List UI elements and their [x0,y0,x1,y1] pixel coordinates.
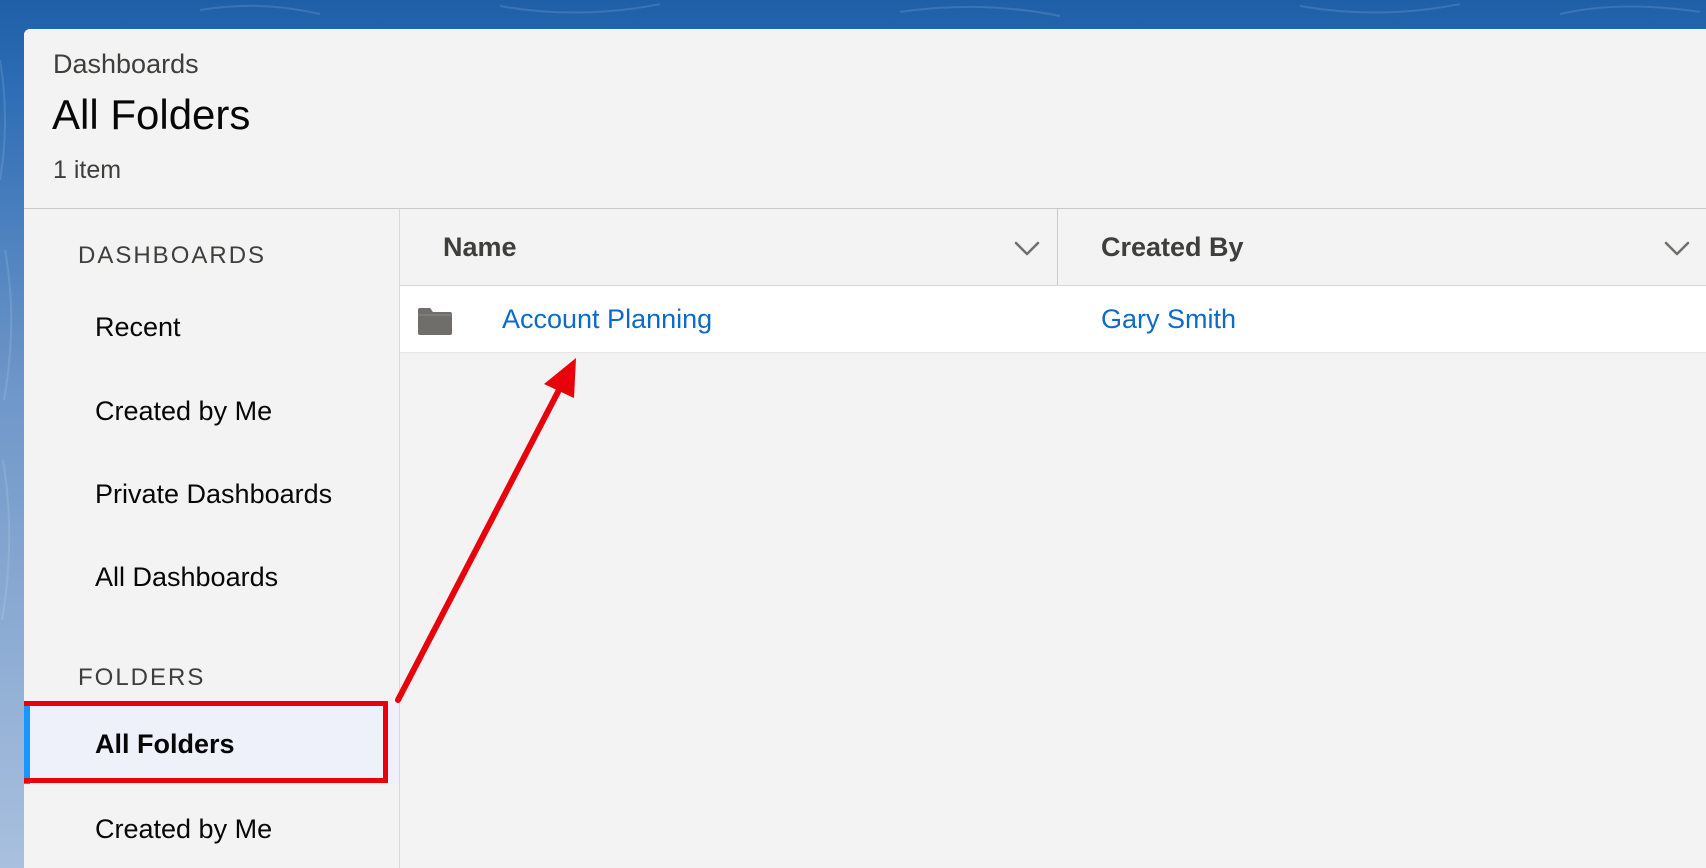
table-header: Name Created By [400,209,1706,286]
sidebar-item-all-folders[interactable]: All Folders [24,704,399,784]
column-divider[interactable] [1057,209,1058,285]
sidebar-item-label: Created by Me [95,395,273,426]
created-by-link[interactable]: Gary Smith [1101,286,1236,352]
sidebar-item-folders-created-by-me[interactable]: Created by Me [24,789,399,868]
main-panel: Dashboards All Folders 1 item DASHBOARDS… [24,29,1706,868]
page-header: Dashboards All Folders 1 item [24,29,1706,209]
column-header-label: Created By [1101,231,1244,262]
folder-icon [418,308,452,335]
sidebar-item-label: Created by Me [95,813,273,844]
column-header-label: Name [443,231,517,262]
sidebar-item-recent[interactable]: Recent [24,287,399,367]
sidebar-heading-folders: FOLDERS [78,664,206,691]
folder-name-link[interactable]: Account Planning [502,286,712,352]
sidebar-heading-dashboards: DASHBOARDS [78,242,267,269]
chevron-down-icon[interactable] [1662,233,1692,263]
sidebar-item-label: All Folders [95,728,235,759]
column-header-name[interactable]: Name [443,209,517,285]
item-count: 1 item [53,156,122,184]
page-title: All Folders [52,91,251,138]
folder-list: Name Created By Account Planning Gary Sm… [400,209,1706,868]
sidebar-item-label: Recent [95,311,181,342]
column-header-created-by[interactable]: Created By [1101,209,1244,285]
sidebar-item-all-dashboards[interactable]: All Dashboards [24,537,399,617]
breadcrumb[interactable]: Dashboards [53,49,199,80]
sidebar-item-created-by-me[interactable]: Created by Me [24,371,399,451]
table-row[interactable]: Account Planning Gary Smith [400,286,1706,353]
sidebar-item-label: All Dashboards [95,561,279,592]
sidebar-item-label: Private Dashboards [95,478,333,509]
sidebar: DASHBOARDS Recent Created by Me Private … [24,209,400,868]
sidebar-item-private-dashboards[interactable]: Private Dashboards [24,454,399,534]
chevron-down-icon[interactable] [1012,233,1042,263]
